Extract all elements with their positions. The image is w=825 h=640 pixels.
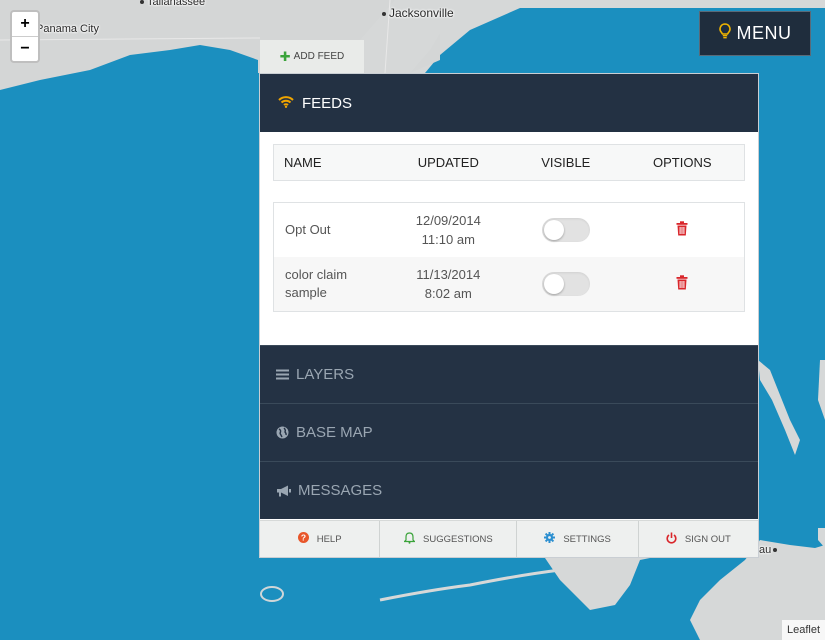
table-row[interactable]: Opt Out 12/09/2014 11:10 am	[274, 203, 744, 257]
map-label-panama-city: Panama City	[36, 23, 99, 35]
trash-icon[interactable]	[676, 221, 688, 239]
column-header-name[interactable]: NAME	[274, 155, 386, 170]
feed-visible-cell	[511, 272, 621, 296]
leaflet-attribution[interactable]: Leaflet	[781, 620, 825, 640]
column-header-options[interactable]: OPTIONS	[621, 155, 744, 170]
add-feed-button[interactable]: ✚ ADD FEED	[260, 40, 364, 73]
zoom-in-button[interactable]: +	[12, 12, 38, 36]
section-base-map[interactable]: BASE MAP	[260, 403, 758, 461]
zoom-out-button[interactable]: −	[12, 36, 38, 61]
feed-updated-date: 12/09/2014	[415, 213, 481, 228]
settings-label: SETTINGS	[563, 533, 611, 545]
settings-button[interactable]: SETTINGS	[517, 521, 639, 557]
power-icon	[666, 532, 681, 547]
map-label-tallahassee: Tallahassee	[140, 0, 205, 8]
globe-icon	[276, 426, 289, 439]
wifi-icon	[278, 95, 294, 112]
feed-name: Opt Out	[285, 222, 331, 237]
list-icon	[276, 369, 289, 380]
feed-updated: 11/13/2014 8:02 am	[386, 265, 511, 303]
feed-updated: 12/09/2014 11:10 am	[386, 211, 511, 249]
feeds-body: NAME UPDATED VISIBLE OPTIONS Opt Out 12/…	[260, 132, 758, 345]
column-header-updated[interactable]: UPDATED	[386, 155, 511, 170]
trash-icon[interactable]	[676, 275, 688, 293]
section-layers[interactable]: LAYERS	[260, 345, 758, 403]
help-button[interactable]: ? HELP	[260, 521, 381, 557]
gear-icon	[544, 532, 559, 546]
section-label: BASE MAP	[296, 424, 373, 441]
section-label: MESSAGES	[298, 482, 383, 499]
panel-footer: ? HELP SUGGESTIONS SETTINGS SIGN OUT	[260, 520, 758, 557]
sign-out-button[interactable]: SIGN OUT	[639, 521, 758, 557]
section-label: LAYERS	[296, 366, 355, 383]
feed-visible-cell	[511, 218, 621, 242]
table-row[interactable]: color claim sample 11/13/2014 8:02 am	[274, 257, 744, 311]
feed-updated-date: 11/13/2014	[416, 267, 481, 282]
map-label-jacksonville: Jacksonville	[382, 6, 454, 20]
plus-icon: ✚	[279, 48, 291, 64]
lightbulb-icon	[718, 23, 731, 44]
feed-updated-time: 11:10 am	[421, 232, 475, 247]
question-icon: ?	[297, 532, 313, 546]
feeds-title: FEEDS	[302, 94, 353, 112]
sign-out-label: SIGN OUT	[684, 533, 731, 545]
visibility-toggle[interactable]	[541, 272, 590, 296]
menu-label: MENU	[736, 23, 792, 43]
help-label: HELP	[316, 533, 342, 545]
zoom-control: + −	[10, 10, 40, 63]
megaphone-icon	[276, 485, 291, 497]
column-header-visible[interactable]: VISIBLE	[511, 155, 621, 170]
section-messages[interactable]: MESSAGES	[260, 461, 758, 519]
add-feed-label: ADD FEED	[293, 51, 345, 62]
suggestions-label: SUGGESTIONS	[423, 533, 493, 545]
menu-button[interactable]: MENU	[699, 11, 811, 56]
suggestions-button[interactable]: SUGGESTIONS	[380, 521, 518, 557]
feed-name: color claim sample	[285, 267, 348, 300]
visibility-toggle[interactable]	[541, 218, 590, 242]
map-label-nassau: au	[759, 544, 780, 556]
feeds-table-body: Opt Out 12/09/2014 11:10 am color claim …	[273, 202, 745, 312]
feed-options-cell	[621, 275, 744, 293]
feed-updated-time: 8:02 am	[424, 286, 472, 301]
feeds-table-header: NAME UPDATED VISIBLE OPTIONS	[273, 144, 745, 181]
feeds-header[interactable]: FEEDS	[260, 74, 758, 132]
bell-icon	[403, 531, 419, 547]
feed-options-cell	[621, 221, 744, 239]
svg-text:?: ?	[301, 533, 306, 543]
feeds-panel: FEEDS NAME UPDATED VISIBLE OPTIONS Opt O…	[259, 73, 759, 558]
